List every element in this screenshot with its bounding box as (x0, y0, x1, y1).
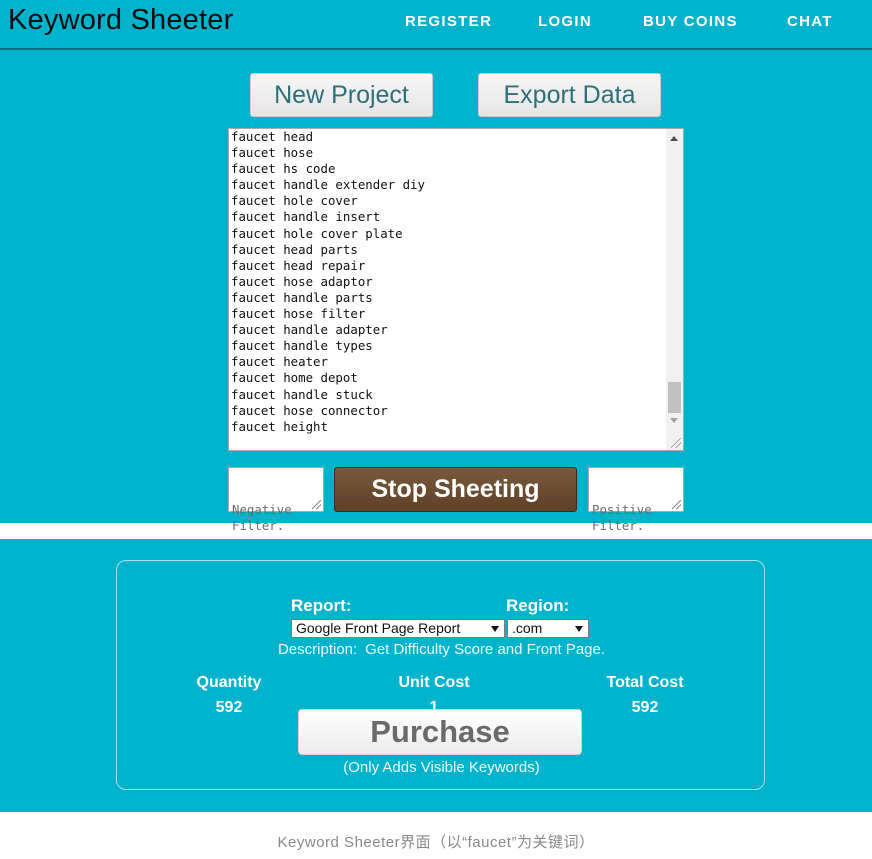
figure-caption: Keyword Sheeter界面（以“faucet”为关键词） (277, 834, 595, 851)
nav-login[interactable]: LOGIN (538, 13, 592, 30)
keyword-results-textarea[interactable]: faucet head faucet hose faucet hs code fauc… (228, 128, 684, 451)
nav-register[interactable]: REGISTER (405, 13, 492, 30)
purchase-note: (Only Adds Visible Keywords) (343, 759, 540, 776)
keyword-list: faucet head faucet hose faucet hs code fauc… (231, 129, 661, 435)
quantity-value: 592 (215, 699, 243, 716)
keyword-item: faucet height (231, 418, 328, 434)
keyword-item: faucet handle adapter (231, 322, 388, 338)
stop-sheeting-button[interactable]: Stop Sheeting (334, 467, 577, 512)
keyword-item: faucet hose (231, 145, 314, 161)
description-text: Get Difficulty Score and Front Page. (365, 641, 606, 658)
purchase-panel: Report: Region: Google Front Page Report… (116, 560, 765, 790)
keyword-item: faucet head (231, 129, 314, 144)
keyword-item: faucet hose connector (231, 402, 388, 418)
site-header: Keyword Sheeter REGISTER LOGIN BUY COINS… (0, 0, 872, 50)
purchase-section: Report: Region: Google Front Page Report… (0, 539, 872, 812)
negative-filter-placeholder: Negative Filter. (232, 502, 300, 533)
nav-buy-coins[interactable]: BUY COINS (643, 13, 738, 30)
description-label: Description: (277, 641, 358, 658)
keyword-item: faucet handle types (231, 338, 373, 354)
quantity-label: Quantity (196, 674, 262, 691)
scroll-down-arrow-icon[interactable] (670, 418, 678, 423)
keyword-item: faucet handle extender diy (231, 177, 425, 193)
keyword-item: faucet hose adaptor (231, 273, 373, 289)
resize-grip-icon[interactable] (671, 438, 681, 448)
keyword-item: faucet hole cover plate (231, 225, 403, 241)
export-data-button[interactable]: Export Data (478, 73, 661, 117)
report-label: Report: (291, 596, 352, 615)
new-project-button[interactable]: New Project (250, 73, 433, 117)
keyword-item: faucet head repair (231, 257, 366, 273)
region-select-value: .com (512, 620, 543, 636)
keyword-item: faucet heater (231, 354, 328, 370)
keyword-item: faucet hose filter (231, 306, 366, 322)
unit-cost-label: Unit Cost (398, 674, 470, 691)
report-select-value: Google Front Page Report (296, 620, 461, 636)
keyword-item: faucet handle parts (231, 289, 373, 305)
positive-filter-field[interactable]: Positive Filter. (588, 467, 684, 533)
main-nav: REGISTER LOGIN BUY COINS CHAT (0, 13, 872, 33)
keyword-item: faucet handle stuck (231, 386, 373, 402)
total-cost-value: 592 (631, 699, 659, 716)
report-description: Description: Get Difficulty Score and Fro… (117, 641, 766, 658)
total-cost-label: Total Cost (606, 674, 684, 691)
report-select[interactable]: Google Front Page Report (291, 619, 505, 638)
scrollbar-thumb[interactable] (668, 382, 681, 413)
keyword-item: faucet hole cover (231, 193, 358, 209)
nav-chat[interactable]: CHAT (787, 13, 833, 30)
positive-filter-placeholder: Positive Filter. (592, 502, 660, 533)
purchase-button[interactable]: Purchase (298, 709, 582, 755)
scroll-up-arrow-icon[interactable] (670, 136, 678, 141)
keyword-sheeter-panel: Keyword Sheeter REGISTER LOGIN BUY COINS… (0, 0, 872, 533)
keyword-item: faucet hs code (231, 161, 336, 177)
keyword-item: faucet handle insert (231, 209, 381, 225)
chevron-down-icon (491, 626, 499, 632)
region-select[interactable]: .com (507, 619, 589, 638)
region-label: Region: (506, 596, 570, 615)
negative-filter-field[interactable]: Negative Filter. (228, 467, 324, 533)
resize-grip-icon[interactable] (312, 500, 321, 509)
resize-grip-icon[interactable] (672, 500, 681, 509)
vertical-scrollbar[interactable] (666, 129, 683, 450)
keyword-item: faucet head parts (231, 241, 358, 257)
keyword-item: faucet home depot (231, 370, 358, 386)
chevron-down-icon (575, 626, 583, 632)
